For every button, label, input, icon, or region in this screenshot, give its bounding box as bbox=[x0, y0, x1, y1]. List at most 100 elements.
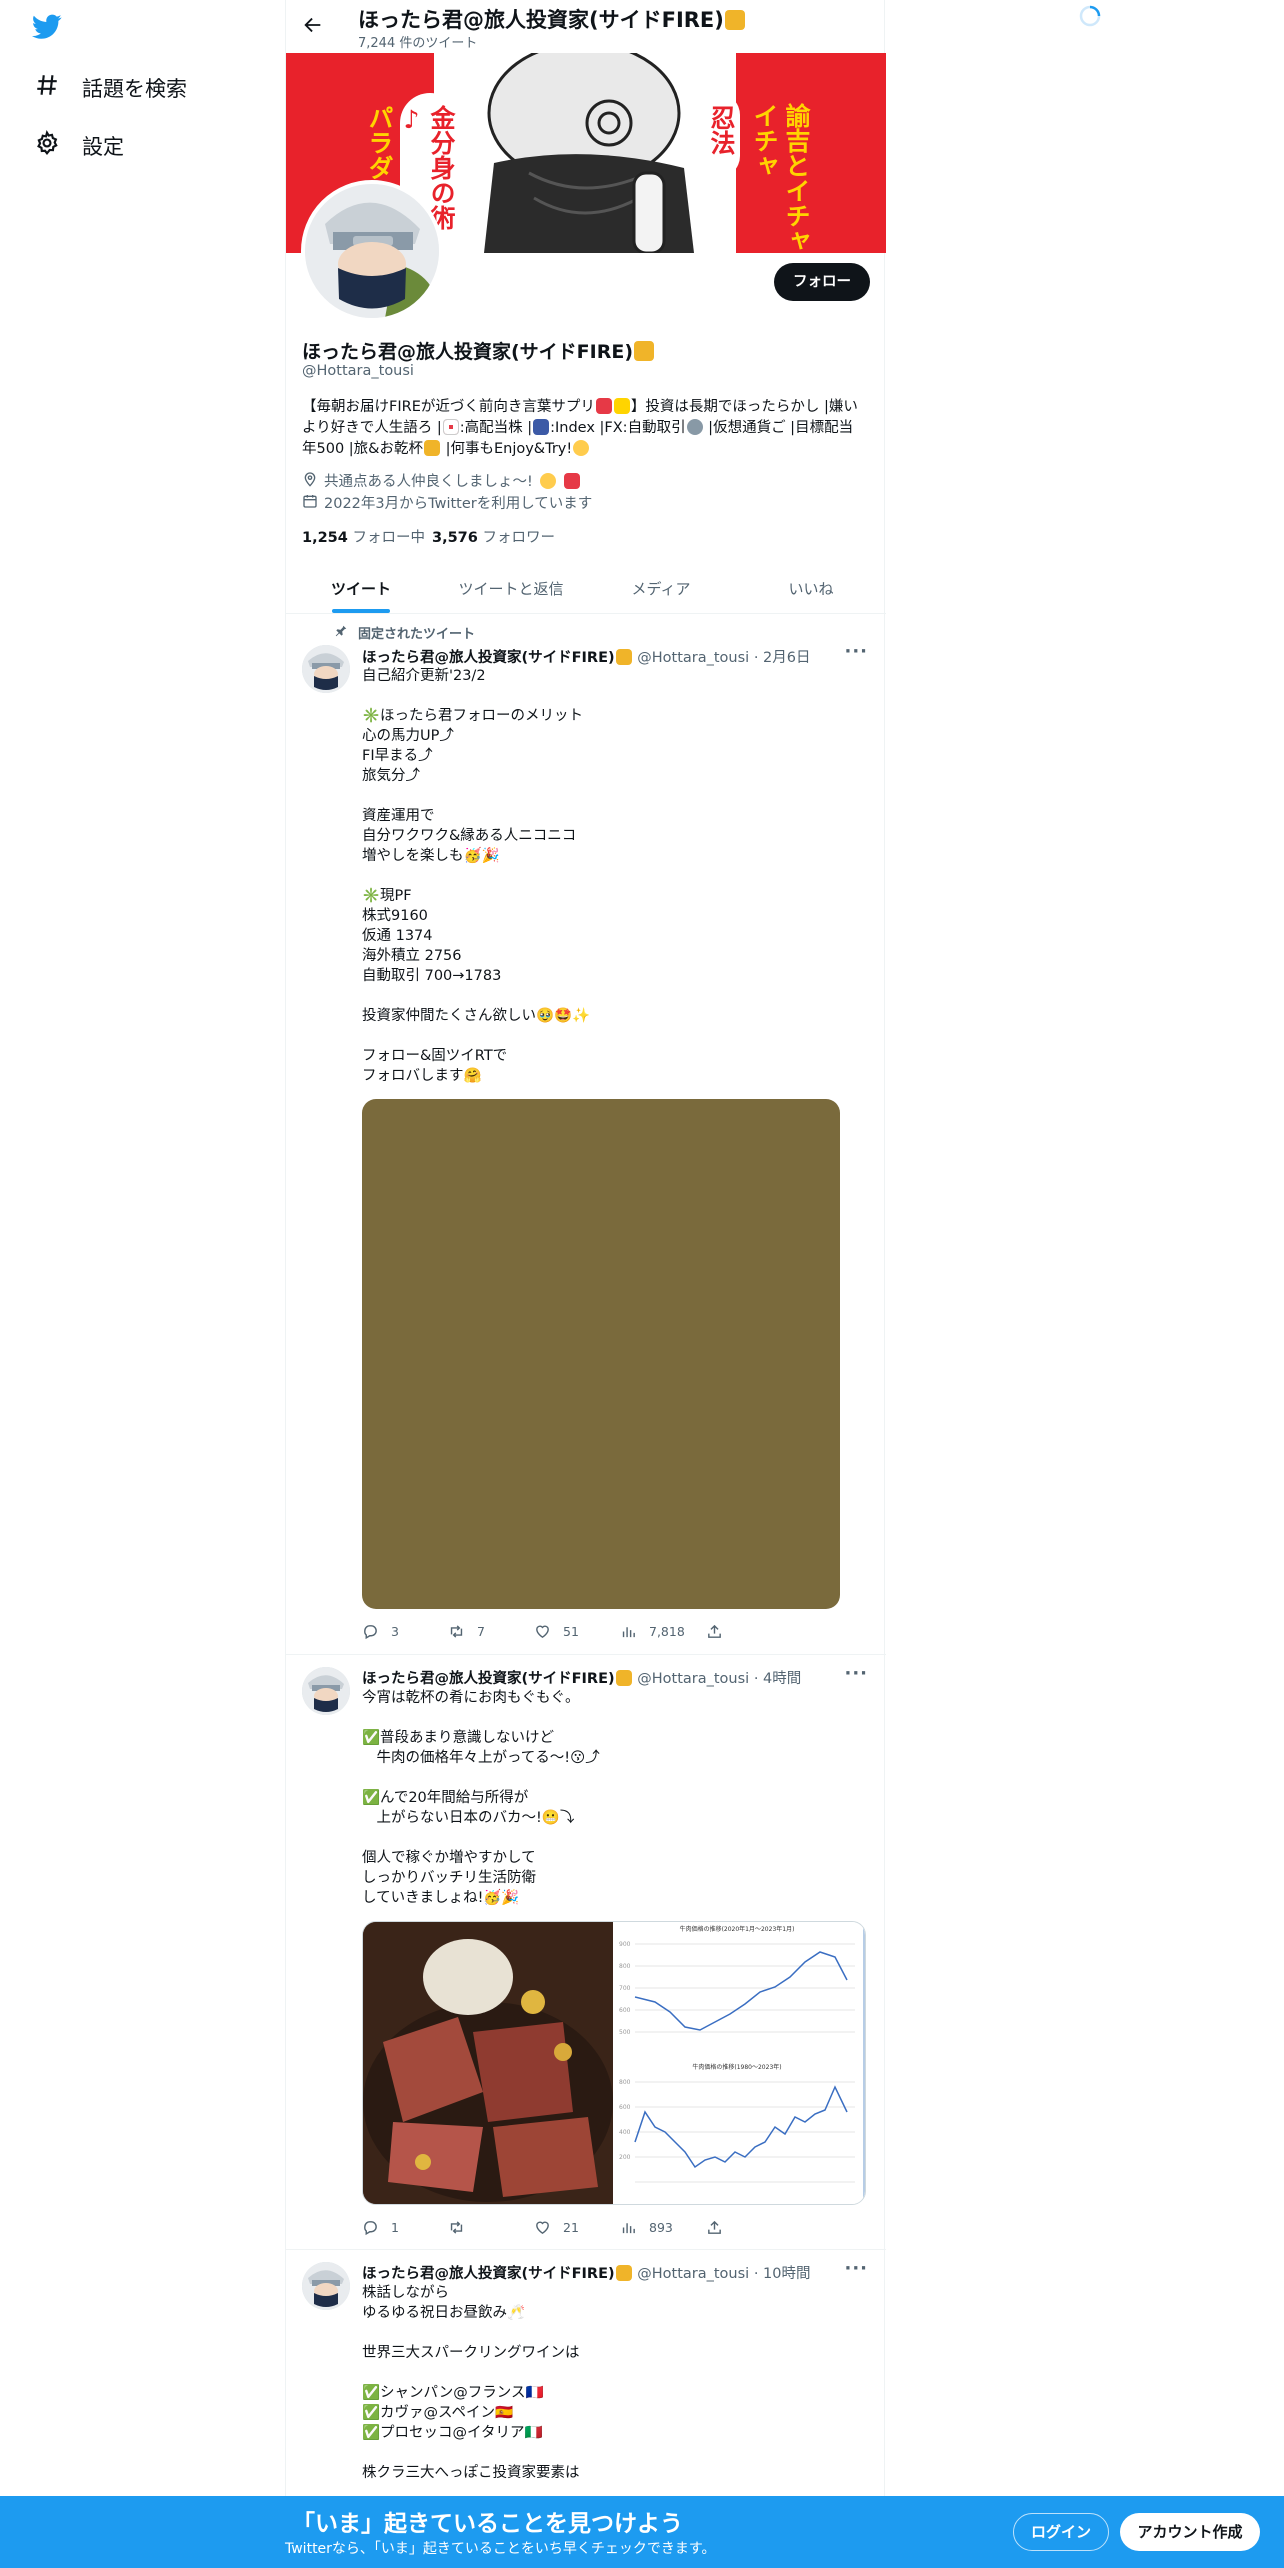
tweet-pinned[interactable]: 固定されたツイート ほったら君@旅人投資家(サイドFIRE) @Hottara_… bbox=[286, 615, 886, 1655]
profile-tabs: ツイート ツイートと返信 メディア いいね bbox=[286, 558, 886, 614]
tweet-author-name[interactable]: ほったら君@旅人投資家(サイドFIRE) bbox=[362, 2266, 615, 2282]
follow-button[interactable]: フォロー bbox=[774, 263, 870, 301]
tab-tweets[interactable]: ツイート bbox=[286, 558, 436, 613]
profile-bio: 【毎朝お届けFIREが近づく前向き言葉サプリ 】投資は長期でほったらかし |嫌いよ… bbox=[302, 398, 858, 457]
pin-icon bbox=[334, 624, 348, 642]
hashtag-icon bbox=[34, 72, 60, 103]
tweet-media-image[interactable] bbox=[362, 1099, 840, 1609]
pill-emoji-icon bbox=[595, 398, 612, 414]
tweet-avatar[interactable] bbox=[302, 2262, 350, 2310]
tweet-count: 7,244 件のツイート bbox=[358, 36, 478, 51]
party-popper-emoji-icon bbox=[563, 472, 580, 489]
loading-spinner-icon bbox=[1078, 4, 1102, 32]
tweet-text: 自己紹介更新'23/2 ✳️ほったら君フォローのメリット 心の馬力UP⤴ FI早… bbox=[362, 668, 591, 1084]
gear-icon bbox=[34, 129, 60, 161]
price-chart-2: 800 600 400 200 bbox=[619, 2079, 855, 2183]
profile-avatar[interactable] bbox=[301, 180, 443, 322]
reply-icon bbox=[364, 1625, 377, 1640]
reply-button[interactable]: 3 bbox=[362, 1623, 448, 1640]
share-icon bbox=[708, 1624, 721, 1638]
gear-emoji-icon bbox=[686, 419, 703, 435]
more-options-icon[interactable]: ··· bbox=[844, 641, 868, 662]
tweet-timestamp[interactable]: 4時間 bbox=[763, 1671, 801, 1687]
views-button[interactable]: 7,818 bbox=[620, 1623, 706, 1640]
share-button[interactable] bbox=[706, 1623, 792, 1640]
us-flag-icon bbox=[533, 419, 550, 435]
beer-emoji-icon bbox=[615, 649, 632, 665]
left-sidebar: 話題を検索 設定 bbox=[0, 0, 285, 2568]
retweet-icon bbox=[450, 1625, 463, 1638]
retweet-button[interactable] bbox=[448, 2219, 534, 2236]
tweet-author-handle[interactable]: @Hottara_tousi bbox=[637, 650, 749, 666]
tweet-author-name[interactable]: ほったら君@旅人投資家(サイドFIRE) bbox=[362, 650, 615, 666]
followers-link[interactable]: 3,576 フォロワー bbox=[432, 526, 555, 547]
banner-text-right-1: 忍法 bbox=[707, 105, 736, 155]
more-options-icon[interactable]: ··· bbox=[844, 1663, 868, 1684]
svg-text:600: 600 bbox=[619, 2104, 631, 2111]
sidebar-item-label: 設定 bbox=[82, 134, 124, 159]
views-chart-icon bbox=[622, 2223, 635, 2234]
tab-tweets-and-replies[interactable]: ツイートと返信 bbox=[436, 558, 586, 613]
sidebar-item-settings[interactable]: 設定 bbox=[34, 129, 124, 161]
heart-icon bbox=[536, 2221, 549, 2235]
back-arrow-icon[interactable] bbox=[302, 14, 324, 40]
reply-icon bbox=[364, 2221, 377, 2236]
like-button[interactable]: 51 bbox=[534, 1623, 620, 1640]
twitter-logo-icon[interactable] bbox=[32, 14, 62, 44]
tweet-author-name[interactable]: ほったら君@旅人投資家(サイドFIRE) bbox=[362, 1671, 615, 1687]
signup-button[interactable]: アカウント作成 bbox=[1120, 2513, 1260, 2551]
calendar-icon bbox=[302, 493, 318, 513]
tweet-timestamp[interactable]: 10時間 bbox=[763, 2266, 810, 2282]
tweet-timestamp[interactable]: 2月6日 bbox=[763, 650, 810, 666]
beer-emoji-icon bbox=[423, 440, 440, 456]
views-button[interactable]: 893 bbox=[620, 2219, 706, 2236]
steak-photo[interactable] bbox=[363, 1922, 613, 2204]
header-title: ほったら君@旅人投資家(サイドFIRE) bbox=[358, 4, 746, 34]
heart-icon bbox=[536, 1625, 549, 1639]
svg-text:500: 500 bbox=[619, 2029, 631, 2036]
pinned-label: 固定されたツイート bbox=[334, 623, 475, 642]
tweet-header: ほったら君@旅人投資家(サイドFIRE) @Hottara_tousi · 2月… bbox=[362, 649, 811, 666]
share-icon bbox=[708, 2220, 721, 2234]
tweet-author-handle[interactable]: @Hottara_tousi bbox=[637, 1671, 749, 1687]
tweet-text: 株話しながら ゆるゆる祝日お昼飲み🥂 世界三大スパークリングワインは ✅シャンパ… bbox=[362, 2285, 580, 2481]
svg-text:600: 600 bbox=[619, 2007, 631, 2014]
signup-headline: 「いま」起きていることを見つけよう bbox=[292, 2511, 683, 2537]
retweet-button[interactable]: 7 bbox=[448, 1623, 534, 1640]
tweet-avatar[interactable] bbox=[302, 1667, 350, 1715]
tweet-text: 今宵は乾杯の肴にお肉もぐもぐ。 ✅普段あまり意識しないけど 牛肉の価格年々上がっ… bbox=[362, 1690, 600, 1906]
beer-emoji-icon bbox=[615, 1670, 632, 1686]
signup-prompt-bar: 「いま」起きていることを見つけよう Twitterなら、「いま」起きていることを… bbox=[0, 2496, 1284, 2568]
profile-main-column: ほったら君@旅人投資家(サイドFIRE) 7,244 件のツイート パラダイス … bbox=[285, 0, 886, 2568]
more-options-icon[interactable]: ··· bbox=[844, 2258, 868, 2279]
share-button[interactable] bbox=[706, 2219, 792, 2236]
profile-location: 共通点ある人仲良くしましょ〜! bbox=[302, 470, 581, 491]
views-chart-icon bbox=[622, 1627, 635, 1638]
sidebar-item-explore[interactable]: 話題を検索 bbox=[34, 72, 187, 103]
svg-text:900: 900 bbox=[619, 1941, 631, 1948]
chart-scrollbar bbox=[863, 1922, 865, 2204]
tweet-author-handle[interactable]: @Hottara_tousi bbox=[637, 2266, 749, 2282]
tweet-header: ほったら君@旅人投資家(サイドFIRE) @Hottara_tousi · 4時… bbox=[362, 1670, 802, 1687]
tweet[interactable]: ほったら君@旅人投資家(サイドFIRE) @Hottara_tousi · 4時… bbox=[286, 1655, 886, 2250]
sidebar-item-label: 話題を検索 bbox=[82, 76, 187, 101]
tab-likes[interactable]: いいね bbox=[736, 558, 886, 613]
japan-flag-icon bbox=[442, 419, 459, 435]
chart-title-2: 牛肉価格の推移(1980〜2023年) bbox=[692, 2064, 782, 2071]
following-link[interactable]: 1,254 フォロー中 bbox=[302, 526, 425, 547]
login-button[interactable]: ログイン bbox=[1013, 2513, 1109, 2551]
profile-joined-date: 2022年3月からTwitterを利用しています bbox=[302, 492, 592, 513]
svg-text:800: 800 bbox=[619, 2079, 631, 2086]
beer-emoji-icon bbox=[724, 10, 745, 30]
reply-button[interactable]: 1 bbox=[362, 2219, 448, 2236]
banner-illustration bbox=[434, 53, 736, 253]
beer-emoji-icon bbox=[634, 341, 655, 361]
tab-media[interactable]: メディア bbox=[586, 558, 736, 613]
like-button[interactable]: 21 bbox=[534, 2219, 620, 2236]
svg-text:800: 800 bbox=[619, 1963, 631, 1970]
tweet-media-grid[interactable]: 牛肉価格の推移(2020年1月〜2023年1月) 900 800 700 600 500… bbox=[362, 1921, 866, 2205]
beef-price-charts[interactable]: 牛肉価格の推移(2020年1月〜2023年1月) 900 800 700 600 500… bbox=[615, 1922, 865, 2204]
tweet-avatar[interactable] bbox=[302, 645, 350, 693]
sparkles-emoji-icon bbox=[613, 398, 630, 414]
location-pin-icon bbox=[302, 471, 318, 491]
